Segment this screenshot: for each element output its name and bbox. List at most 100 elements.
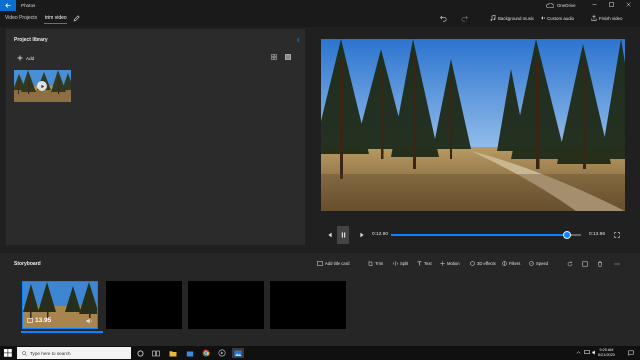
- maximize-icon[interactable]: [609, 2, 614, 7]
- storyboard-empty-slot[interactable]: [270, 281, 346, 329]
- custom-audio-label: Custom audio: [547, 15, 575, 21]
- title-bar: Photos OneDrive: [0, 0, 640, 11]
- large-thumbnail-view-icon[interactable]: [285, 54, 291, 60]
- taskbar-clock[interactable]: 9:25 AM 8/21/2020: [598, 348, 615, 358]
- windows-taskbar: Type here to search 9:25 AM 8/21/2020: [0, 346, 640, 360]
- forest-preview-image: [321, 39, 625, 211]
- breadcrumb-project-name[interactable]: trim video: [45, 15, 67, 21]
- 3d-effects-label: 3D effects: [477, 261, 496, 266]
- project-toolbar: Video Projects trim video Background mus…: [0, 11, 640, 27]
- split-icon: [393, 261, 398, 266]
- chrome-icon[interactable]: [201, 348, 211, 358]
- play-overlay-icon: [37, 81, 47, 91]
- active-crumb-underline: [44, 23, 67, 24]
- clock-date: 8/21/2020: [598, 352, 615, 357]
- project-library-panel: Project library Add: [6, 29, 305, 245]
- speed-icon: [529, 261, 534, 266]
- split-button[interactable]: Split: [393, 261, 408, 266]
- music-note-icon: [490, 15, 496, 21]
- app-title: Photos: [21, 3, 36, 8]
- video-preview[interactable]: [321, 39, 625, 211]
- trim-button[interactable]: Trim: [368, 261, 383, 266]
- player-controls: 0:12.90 0:13.96: [321, 226, 625, 244]
- storyboard-panel: Storyboard Add title card Trim Split Tex…: [0, 253, 640, 346]
- file-explorer-icon[interactable]: [168, 348, 178, 358]
- export-icon: [591, 15, 597, 21]
- filters-button[interactable]: Filters: [502, 261, 520, 266]
- clip-duration: 13.95: [27, 317, 51, 324]
- search-icon: [22, 350, 27, 356]
- 3d-effects-button[interactable]: 3D effects: [470, 261, 496, 266]
- storyboard-empty-slot[interactable]: [188, 281, 264, 329]
- title-card-icon: [317, 261, 323, 266]
- text-icon: [417, 261, 422, 266]
- store-icon[interactable]: [185, 348, 195, 358]
- custom-audio-button[interactable]: Custom audio: [539, 15, 574, 21]
- video-clip-icon: [27, 318, 33, 323]
- finish-video-button[interactable]: Finish video: [591, 15, 622, 21]
- more-options-icon[interactable]: [614, 261, 620, 267]
- task-view-icon[interactable]: [151, 348, 161, 358]
- 3d-effects-icon: [470, 261, 475, 266]
- filters-label: Filters: [509, 261, 521, 266]
- clip-volume-icon[interactable]: [86, 318, 93, 324]
- redo-icon[interactable]: [461, 15, 468, 22]
- motion-icon: [440, 261, 445, 266]
- text-button[interactable]: Text: [417, 261, 432, 266]
- window-controls: [592, 2, 631, 7]
- custom-audio-icon: [540, 16, 545, 20]
- trim-icon: [368, 261, 373, 266]
- split-label: Split: [400, 261, 409, 266]
- motion-label: Motion: [447, 261, 460, 266]
- clock-time: 9:25 AM: [599, 347, 614, 352]
- minimize-icon[interactable]: [592, 2, 597, 7]
- previous-frame-icon[interactable]: [327, 232, 333, 238]
- add-title-card-label: Add title card: [325, 261, 350, 266]
- next-frame-icon[interactable]: [359, 232, 365, 238]
- library-video-thumbnail[interactable]: [14, 70, 71, 102]
- delete-icon[interactable]: [597, 261, 603, 267]
- photos-app-window: Photos OneDrive Video Projects trim vide…: [0, 0, 640, 346]
- back-button[interactable]: [0, 0, 16, 11]
- close-icon[interactable]: [626, 2, 631, 7]
- trim-label: Trim: [375, 261, 384, 266]
- collapse-panel-icon[interactable]: [296, 37, 301, 43]
- remove-black-bars-icon[interactable]: [582, 261, 588, 267]
- filters-icon: [502, 261, 507, 266]
- network-icon[interactable]: [584, 350, 590, 355]
- cloud-icon: [546, 3, 554, 8]
- seek-bar-thumb[interactable]: [562, 231, 571, 239]
- add-title-card-button[interactable]: Add title card: [317, 261, 349, 266]
- motion-button[interactable]: Motion: [440, 261, 460, 266]
- text-label: Text: [424, 261, 432, 266]
- total-time: 0:13.96: [589, 232, 606, 237]
- show-hidden-icons-chevron-icon[interactable]: [576, 350, 581, 355]
- finish-video-label: Finish video: [599, 15, 623, 21]
- undo-icon[interactable]: [440, 15, 447, 22]
- cortana-icon[interactable]: [135, 348, 145, 358]
- background-music-label: Background music: [498, 15, 535, 21]
- action-center-icon[interactable]: [628, 350, 634, 356]
- rotate-icon[interactable]: [567, 261, 573, 267]
- onedrive-account[interactable]: OneDrive: [546, 3, 576, 8]
- breadcrumb-video-projects[interactable]: Video Projects: [5, 15, 37, 21]
- grid-view-icon[interactable]: [271, 54, 277, 60]
- volume-icon[interactable]: [592, 350, 597, 355]
- play-pause-button[interactable]: [337, 226, 349, 244]
- search-placeholder: Type here to search: [30, 350, 71, 356]
- seek-bar-progress[interactable]: [391, 234, 567, 236]
- media-player-icon[interactable]: [217, 348, 227, 358]
- speed-button[interactable]: Speed: [529, 261, 548, 266]
- storyboard-title: Storyboard: [14, 261, 41, 267]
- add-media-button[interactable]: Add: [17, 55, 34, 61]
- photos-app-taskbar-icon[interactable]: [232, 348, 244, 358]
- add-label: Add: [26, 55, 35, 61]
- storyboard-clip[interactable]: 13.95: [22, 281, 98, 329]
- edit-pencil-icon[interactable]: [73, 15, 80, 22]
- taskbar-search-box[interactable]: Type here to search: [17, 347, 131, 359]
- speed-label: Speed: [536, 261, 549, 266]
- background-music-button[interactable]: Background music: [490, 15, 534, 21]
- fullscreen-icon[interactable]: [614, 232, 620, 238]
- storyboard-empty-slot[interactable]: [106, 281, 182, 329]
- windows-start-icon[interactable]: [4, 349, 12, 357]
